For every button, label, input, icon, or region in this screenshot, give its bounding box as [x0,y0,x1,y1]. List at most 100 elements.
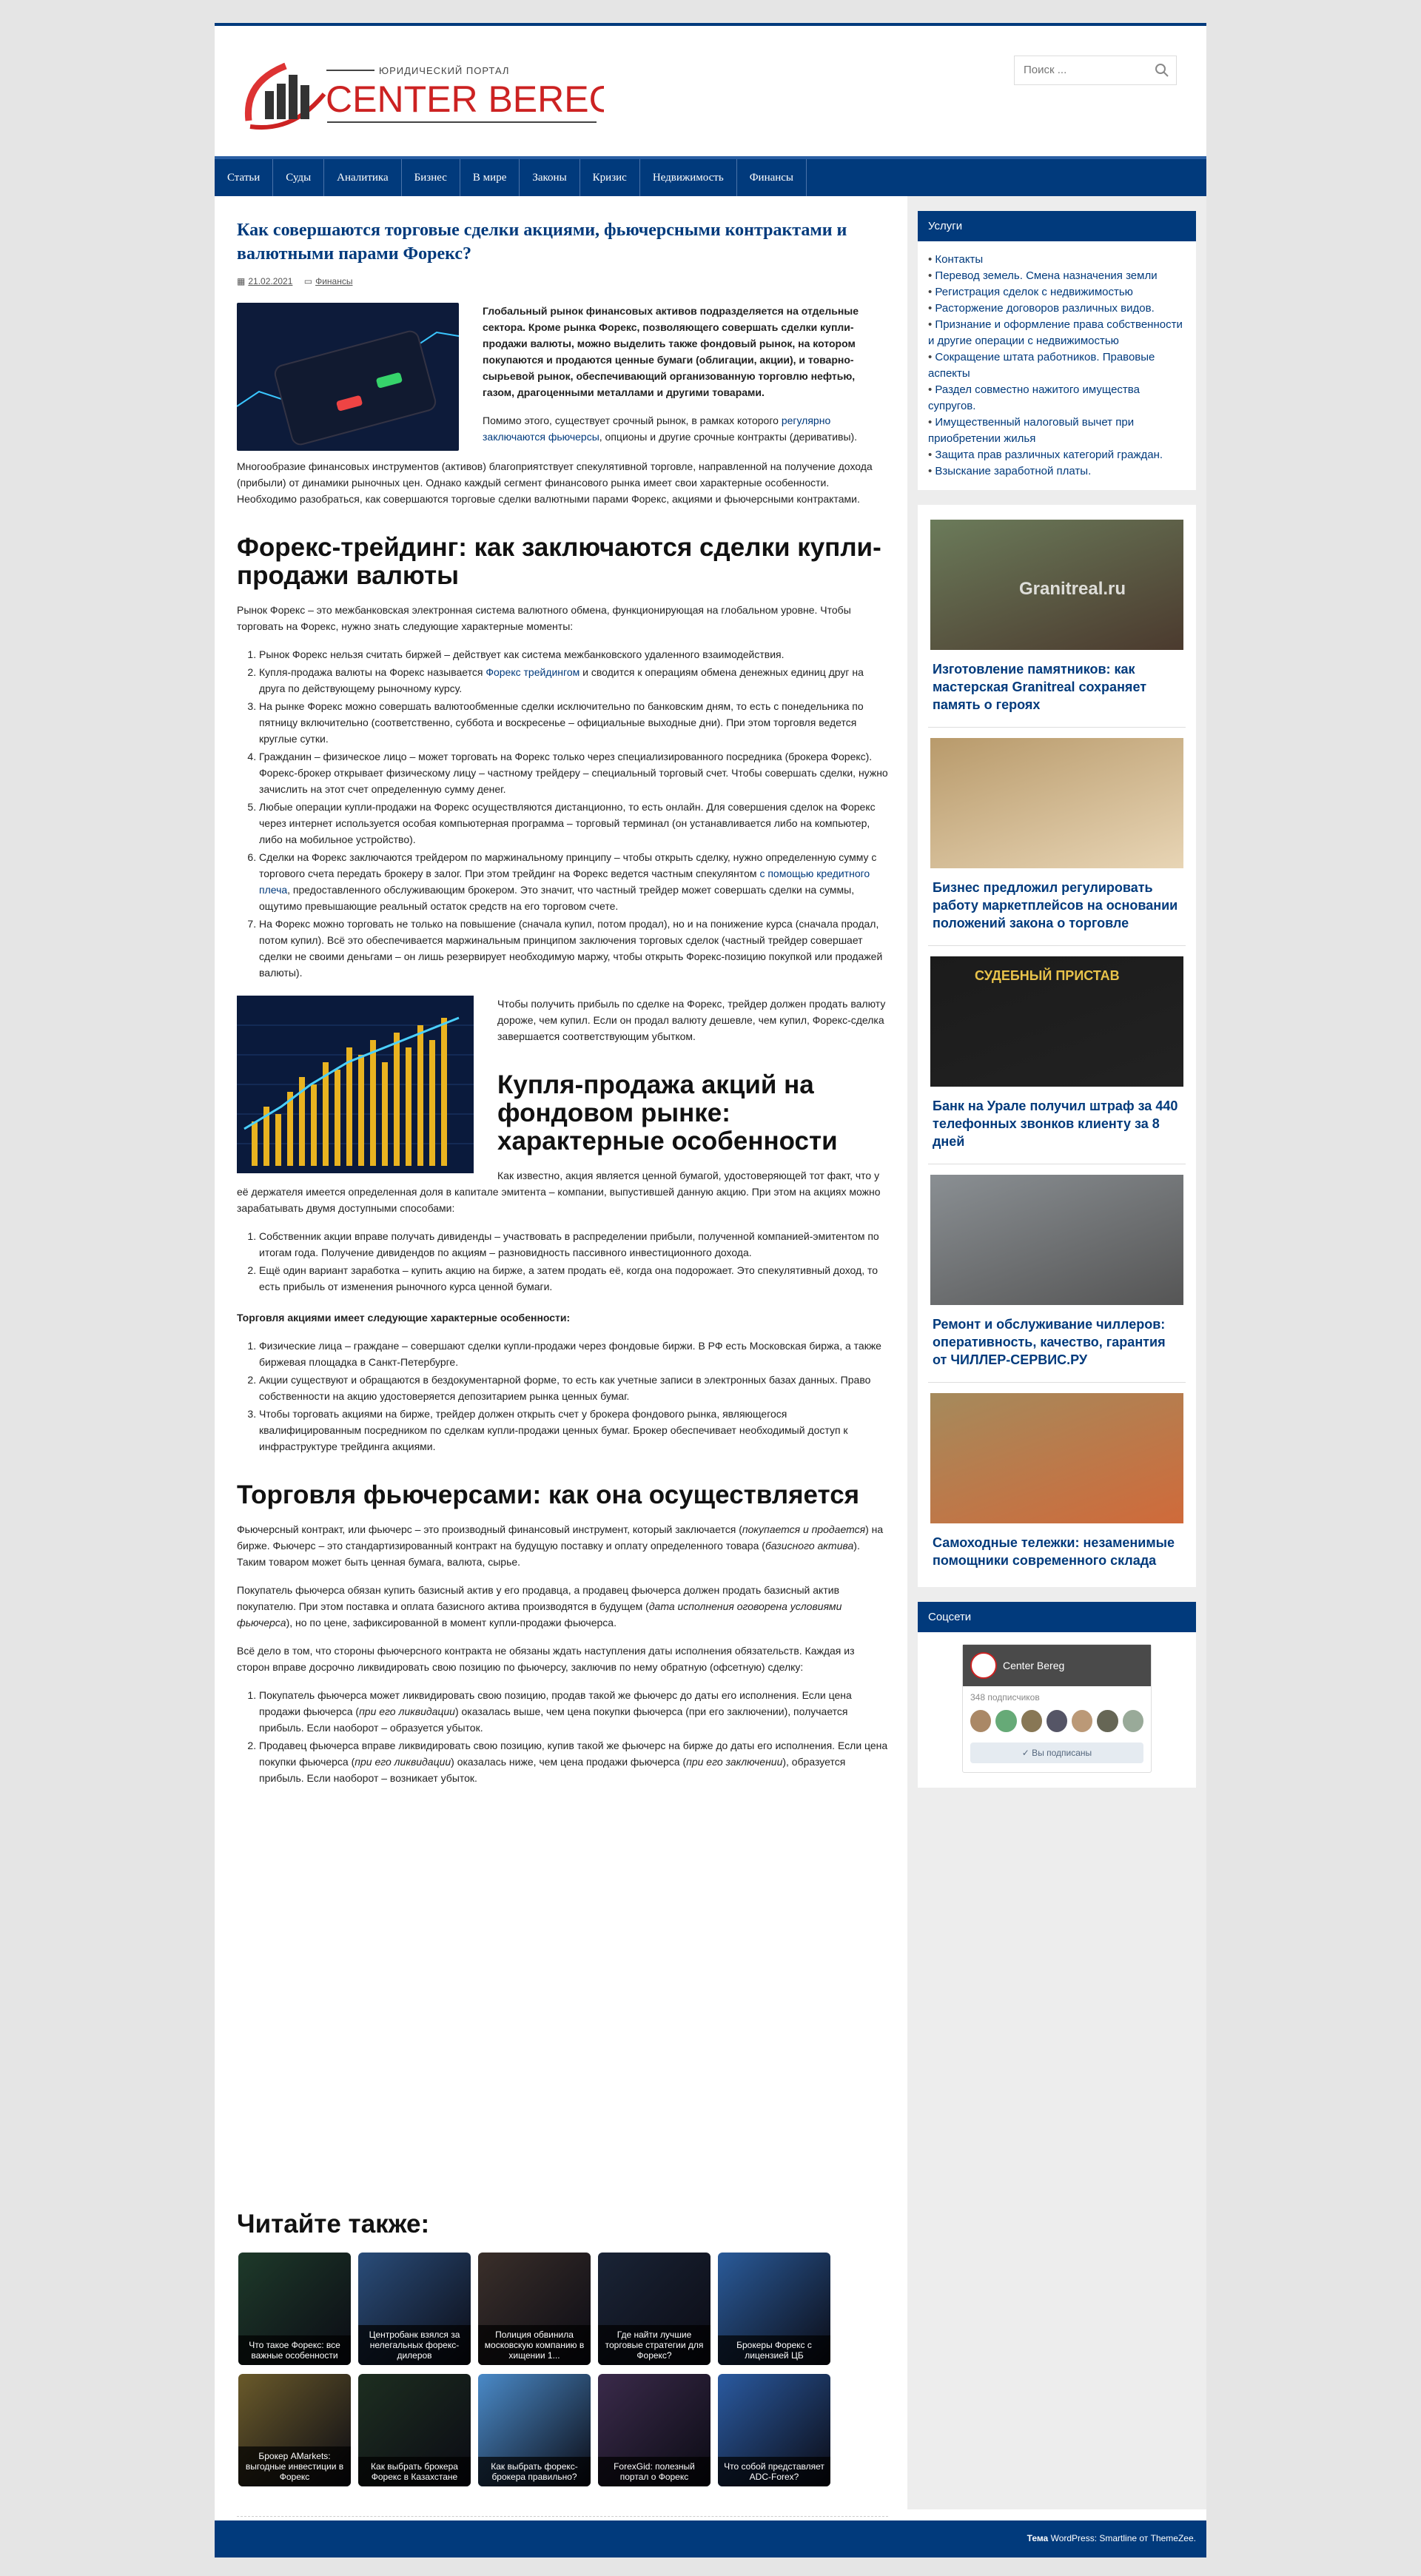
calendar-icon: ▦ [237,276,246,286]
themezee-link[interactable]: WordPress: Smartline от ThemeZee. [1051,2533,1196,2543]
list-item: Гражданин – физическое лицо – может торг… [259,748,888,797]
vk-subscribed-button[interactable]: ✓ Вы подписаны [970,1743,1143,1763]
article-p6: Как известно, акция является ценной бума… [237,1170,881,1214]
news-card[interactable]: СУДЕБНЫЙ ПРИСТАВ Банк на Урале получил шт… [928,946,1186,1164]
news-card-image[interactable]: СУДЕБНЫЙ ПРИСТАВ [930,956,1183,1087]
news-card-title[interactable]: Самоходные тележки: незаменимые помощник… [928,1523,1186,1569]
related-post-title[interactable]: Полиция обвинила московскую компанию в х… [478,2325,591,2365]
service-link[interactable]: Сокращение штата работников. Правовые ас… [928,349,1186,382]
folder-icon: ▭ [303,276,313,286]
list-item: Купля-продажа валюты на Форекс называетс… [259,664,888,697]
news-card-image[interactable] [930,1393,1183,1523]
avatar [1072,1710,1093,1732]
news-card-title[interactable]: Изготовление памятников: как мастерская … [928,650,1186,714]
related-post[interactable]: Как выбрать брокера Форекс в Казахстане [358,2374,471,2486]
vk-subscribers: 348 подписчиков [970,1692,1040,1703]
related-post-title[interactable]: ForexGid: полезный портал о Форекс [598,2457,710,2486]
related-post[interactable]: Полиция обвинила московскую компанию в х… [478,2253,591,2365]
site-logo[interactable]: ЮРИДИЧЕСКИЙ ПОРТАЛ CENTER BEREG [241,53,604,134]
news-widget: Granitreal.ru Изготовление памятников: ка… [918,505,1196,1587]
nav-item-finance[interactable]: Финансы [737,159,807,196]
nav-item-analytics[interactable]: Аналитика [324,159,402,196]
news-card-title[interactable]: Бизнес предложил регулировать работу мар… [928,868,1186,932]
avatar [1122,1710,1143,1732]
news-card[interactable]: Granitreal.ru Изготовление памятников: ка… [928,509,1186,728]
nav-item-courts[interactable]: Суды [273,159,325,196]
nav-item-business[interactable]: Бизнес [402,159,460,196]
list-item: Продавец фьючерса вправе ликвидировать с… [259,1737,888,1786]
nav-item-world[interactable]: В мире [460,159,520,196]
service-link[interactable]: Перевод земель. Смена назначения земли [928,268,1186,284]
news-card-image[interactable] [930,1175,1183,1305]
list-item: Собственник акции вправе получать дивиде… [259,1228,888,1261]
svg-text:ЮРИДИЧЕСКИЙ ПОРТАЛ: ЮРИДИЧЕСКИЙ ПОРТАЛ [379,65,509,76]
service-link[interactable]: Взыскание заработной платы. [928,463,1186,480]
list-item: Ещё один вариант заработка – купить акци… [259,1262,888,1295]
vk-avatars [963,1705,1151,1737]
list-item: Акции существуют и обращаются в бездокум… [259,1372,888,1404]
avatar [970,1652,997,1679]
search-input[interactable] [1015,56,1166,83]
vk-group-name[interactable]: Center Bereg [1003,1660,1064,1671]
avatar [1021,1710,1042,1732]
related-post-title[interactable]: Центробанк взялся за нелегальных форекс-… [358,2325,471,2365]
list-item: Любые операции купли-продажи на Форекс о… [259,799,888,848]
service-link[interactable]: Раздел совместно нажитого имущества супр… [928,382,1186,415]
list-item: На рынке Форекс можно совершать валютооб… [259,698,888,747]
news-card-title[interactable]: Ремонт и обслуживание чиллеров: оператив… [928,1305,1186,1369]
stock-list: Собственник акции вправе получать дивиде… [259,1228,888,1295]
list-item: На Форекс можно торговать не только на п… [259,916,888,981]
related-post[interactable]: Брокеры Форекс с лицензией ЦБ [718,2253,830,2365]
forex-list: Рынок Форекс нельзя считать биржей – дей… [259,646,888,981]
nav-item-crisis[interactable]: Кризис [580,159,640,196]
article-p8: Фьючерсный контракт, или фьючерс – это п… [237,1523,884,1568]
related-post-title[interactable]: Что собой представляет ADC-Forex? [718,2457,830,2486]
service-link[interactable]: Регистрация сделок с недвижимостью [928,284,1186,301]
list-item: Физические лица – граждане – совершают с… [259,1338,888,1370]
heading-futures: Торговля фьючерсами: как она осуществляе… [237,1480,860,1509]
inline-link[interactable]: с помощью кредитного плеча [259,868,870,896]
service-link[interactable]: Расторжение договоров различных видов. [928,301,1186,317]
news-card-image[interactable]: Granitreal.ru [930,520,1183,650]
nav-item-realty[interactable]: Недвижимость [640,159,737,196]
related-grid: Что такое Форекс: все важные особенности… [238,2253,888,2486]
related-post[interactable]: Что такое Форекс: все важные особенности [238,2253,351,2365]
related-post-title[interactable]: Как выбрать брокера Форекс в Казахстане [358,2457,471,2486]
news-card[interactable]: Бизнес предложил регулировать работу мар… [928,728,1186,946]
news-card[interactable]: Ремонт и обслуживание чиллеров: оператив… [928,1164,1186,1383]
service-link[interactable]: Имущественный налоговый вычет при приобр… [928,415,1186,447]
service-link[interactable]: Контакты [928,252,1186,268]
related-post[interactable]: Как выбрать форекс-брокера правильно? [478,2374,591,2486]
news-card[interactable]: Самоходные тележки: незаменимые помощник… [928,1383,1186,1583]
search-icon[interactable] [1154,62,1170,78]
related-post-title[interactable]: Что такое Форекс: все важные особенности [238,2335,351,2365]
news-card-title[interactable]: Банк на Урале получил штраф за 440 телеф… [928,1087,1186,1150]
nav-item-articles[interactable]: Статьи [215,159,274,196]
chart-image [237,996,474,1173]
heading-forex: Форекс-трейдинг: как заключаются сделки … [237,533,881,590]
news-card-image[interactable] [930,738,1183,868]
related-post-title[interactable]: Как выбрать форекс-брокера правильно? [478,2457,591,2486]
service-link[interactable]: Защита прав различных категорий граждан. [928,447,1186,463]
service-link[interactable]: Признание и оформление права собственнос… [928,317,1186,349]
related-post-title[interactable]: Где найти лучшие торговые стратегии для … [598,2325,710,2365]
article-p4: Рынок Форекс – это межбанковская электро… [237,604,851,632]
inline-link[interactable]: Форекс трейдингом [486,666,580,678]
article-category[interactable]: Финансы [315,276,352,286]
article-p3: Многообразие финансовых инструментов (ак… [237,460,873,505]
services-widget: Услуги КонтактыПеревод земель. Смена наз… [918,211,1196,490]
site-header: ЮРИДИЧЕСКИЙ ПОРТАЛ CENTER BEREG [215,26,1206,159]
social-widget: Соцсети Center Bereg 348 подписчиков ✓ В… [918,1602,1196,1788]
related-post[interactable]: Брокер AMarkets: выгодные инвестиции в Ф… [238,2374,351,2486]
related-post[interactable]: Центробанк взялся за нелегальных форекс-… [358,2253,471,2365]
related-post-title[interactable]: Брокер AMarkets: выгодные инвестиции в Ф… [238,2446,351,2486]
article-date[interactable]: 21.02.2021 [248,276,292,286]
nav-item-laws[interactable]: Законы [520,159,580,196]
related-post[interactable]: ForexGid: полезный портал о Форекс [598,2374,710,2486]
vk-widget[interactable]: Center Bereg 348 подписчиков ✓ Вы подпис… [962,1644,1152,1773]
related-post-title[interactable]: Брокеры Форекс с лицензией ЦБ [718,2335,830,2365]
related-post[interactable]: Что собой представляет ADC-Forex? [718,2374,830,2486]
related-post[interactable]: Где найти лучшие торговые стратегии для … [598,2253,710,2365]
article-title: Как совершаются торговые сделки акциями,… [237,221,847,264]
list-item: Чтобы торговать акциями на бирже, трейде… [259,1406,888,1455]
